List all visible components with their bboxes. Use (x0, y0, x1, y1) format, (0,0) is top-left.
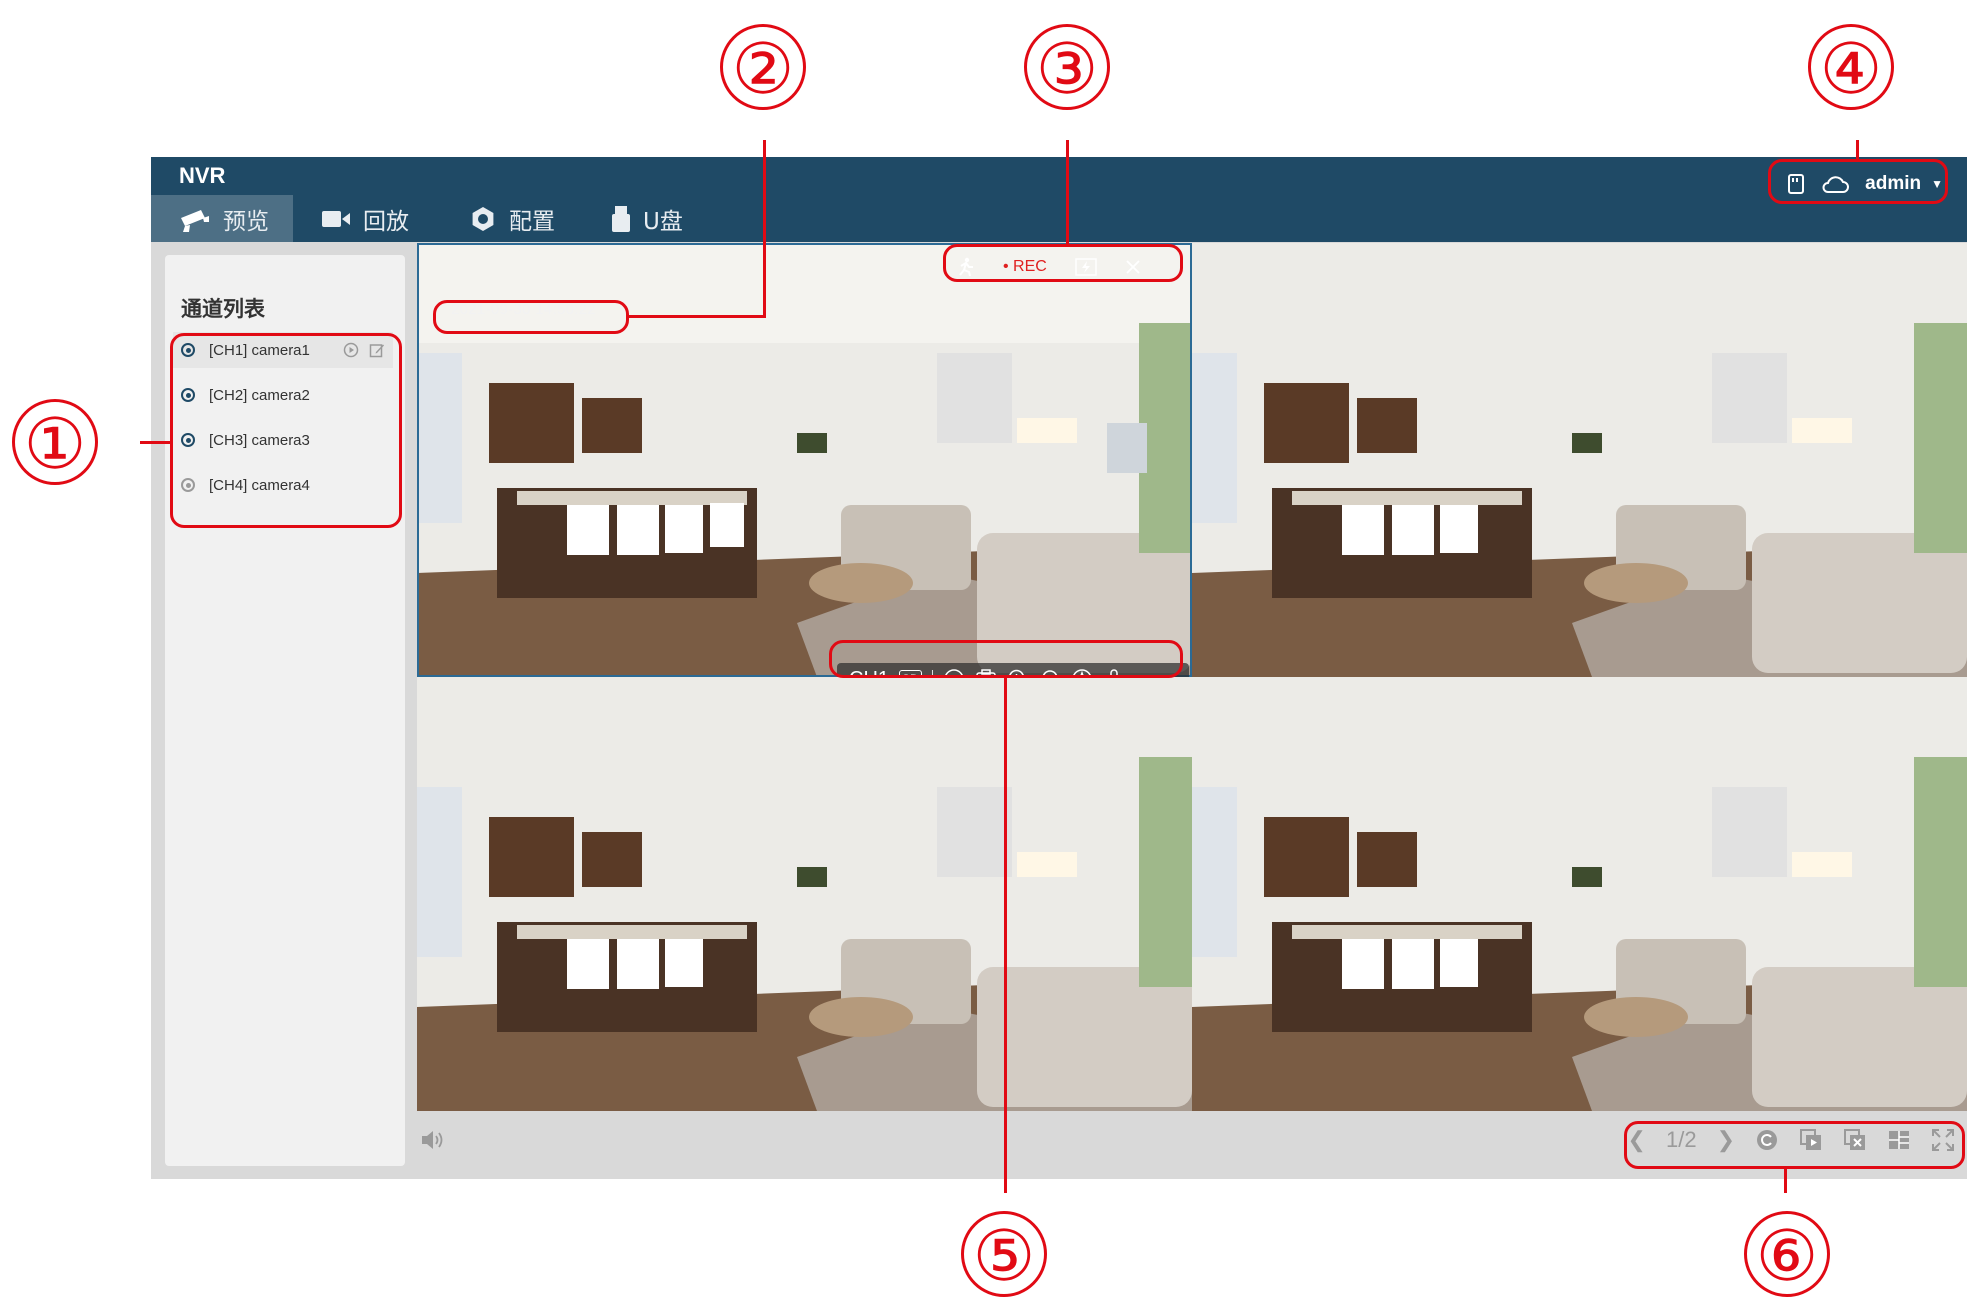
app-brand: NVR (179, 163, 226, 188)
volume-icon[interactable] (419, 1127, 445, 1153)
callout-5: ⑤ (961, 1211, 1047, 1297)
highlight-tile-toolbar (829, 640, 1183, 678)
leader-line-5 (1004, 678, 1007, 1193)
highlight-channel-list (170, 333, 402, 528)
video-tile-3[interactable] (417, 677, 1192, 1111)
usb-drive-icon (612, 205, 630, 232)
video-tile-4[interactable] (1192, 677, 1967, 1111)
leader-line-1 (140, 441, 170, 444)
tab-config-label: 配置 (509, 208, 555, 235)
callout-1: ① (12, 399, 98, 485)
tab-preview[interactable]: 预览 (151, 195, 293, 242)
tab-config[interactable]: 配置 (469, 195, 555, 242)
tab-usb[interactable]: U盘 (611, 195, 683, 242)
camera-feed-image (1192, 677, 1967, 1111)
leader-line-6 (1784, 1169, 1787, 1193)
video-grid: 2021-09-30 14:50:22 • REC CH1 SD (417, 243, 1967, 1111)
highlight-pager (1624, 1121, 1965, 1169)
sidebar-title: 通道列表 (181, 297, 265, 321)
leader-line-2a (629, 315, 765, 318)
tab-preview-label: 预览 (223, 208, 269, 235)
camera-icon (181, 209, 209, 232)
callout-2: ② (720, 24, 806, 110)
tab-usb-label: U盘 (643, 208, 683, 235)
highlight-timestamp (433, 300, 629, 334)
settings-icon (472, 206, 494, 231)
tab-playback[interactable]: 回放 (321, 195, 409, 242)
highlight-rec-status (943, 244, 1183, 282)
video-icon (322, 210, 350, 227)
leader-line-3 (1066, 140, 1069, 244)
video-tile-2[interactable] (1192, 243, 1967, 677)
leader-line-2b (763, 140, 766, 318)
tab-playback-label: 回放 (363, 208, 409, 235)
leader-line-4 (1856, 140, 1859, 159)
camera-feed-image (417, 677, 1192, 1111)
camera-feed-image (1192, 243, 1967, 677)
top-bar: NVR 预览 回放 配置 U盘 admin ▼ (151, 157, 1967, 242)
highlight-user-area (1768, 159, 1948, 204)
callout-6: ⑥ (1744, 1211, 1830, 1297)
callout-3: ③ (1024, 24, 1110, 110)
callout-4: ④ (1808, 24, 1894, 110)
